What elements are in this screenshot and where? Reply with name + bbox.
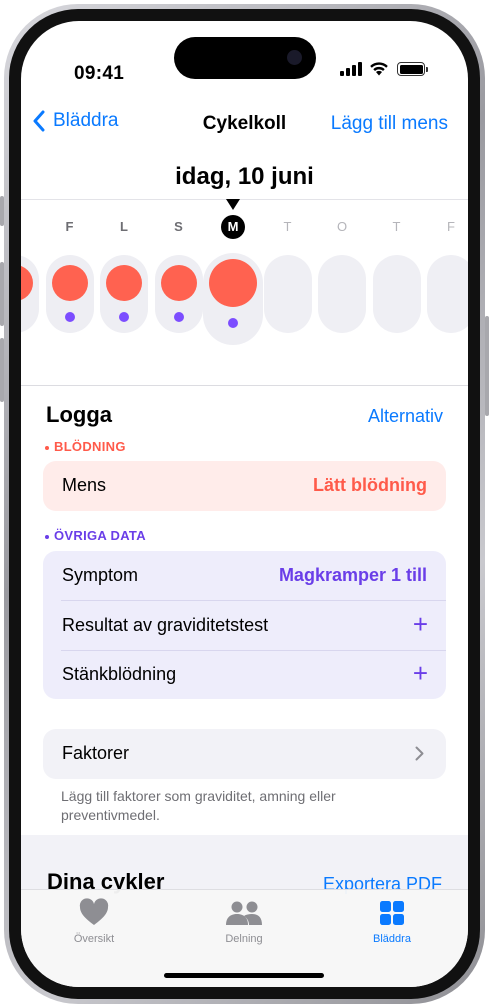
log-heading: Logga: [46, 402, 112, 427]
factors-row[interactable]: Faktorer: [43, 729, 446, 779]
spotting-row[interactable]: Stänkblödning +: [43, 650, 446, 699]
tab-sharing-label: Delning: [225, 933, 263, 945]
navigation-bar: Bläddra Cykelkoll Lägg till mens: [21, 101, 468, 141]
other-data-card: Symptom Magkramper 1 till Resultat av gr…: [43, 551, 446, 699]
calendar-day-pill: [372, 255, 421, 333]
bleeding-section-label: BLÖDNING: [45, 439, 126, 454]
period-row[interactable]: Mens Lätt blödning: [43, 461, 446, 510]
factors-row-content: Faktorer: [43, 729, 446, 778]
bullet-icon: [45, 534, 49, 539]
calendar-day-label: O: [336, 219, 348, 234]
add-period-button[interactable]: Lägg till mens: [331, 113, 448, 135]
calendar-day-label: F: [65, 219, 74, 234]
power-button[interactable]: [485, 316, 489, 416]
calendar-day-pill: [318, 255, 366, 333]
spotting-label: Stänkblödning: [62, 664, 177, 684]
home-indicator: [164, 973, 324, 978]
symptom-dot-icon: [228, 318, 238, 328]
tab-browse[interactable]: Bläddra: [337, 898, 447, 945]
plus-icon[interactable]: +: [413, 610, 428, 638]
cellular-signal-icon: [340, 62, 362, 76]
symptom-dot-icon: [173, 312, 184, 322]
calendar-day-label: S: [174, 219, 183, 234]
calendar-day-pill: [427, 255, 468, 333]
calendar-day-label: T: [21, 219, 39, 234]
today-pointer-icon: [226, 199, 240, 210]
selected-date-title: idag, 10 juni: [175, 163, 314, 190]
symptom-value: Magkramper 1 till: [278, 565, 427, 585]
calendar-strip[interactable]: TFLSMTOTF: [21, 199, 468, 385]
screen: 09:41 Bläddra Cykelkoll Lägg till mens i…: [21, 21, 468, 987]
tab-browse-label: Bläddra: [373, 933, 411, 945]
battery-icon: [397, 62, 428, 76]
options-button[interactable]: Alternativ: [368, 406, 443, 427]
period-dot-icon: [209, 259, 257, 307]
grid-icon: [380, 901, 404, 925]
plus-icon[interactable]: +: [413, 659, 428, 687]
symptom-dot-icon: [119, 312, 129, 322]
tab-summary-label: Översikt: [73, 933, 115, 945]
status-bar: 09:41: [21, 21, 468, 84]
tab-summary[interactable]: Översikt: [39, 898, 149, 945]
bullet-icon: [45, 445, 49, 450]
calendar-day-label: M: [221, 215, 245, 239]
bleeding-card: Mens Lätt blödning: [43, 461, 446, 511]
symptom-row[interactable]: Symptom Magkramper 1 till: [43, 551, 446, 600]
dynamic-island: [174, 37, 316, 79]
heart-icon: [79, 898, 109, 925]
other-data-section-label: ÖVRIGA DATA: [45, 528, 146, 543]
symptom-dot-icon: [64, 312, 75, 322]
calendar-day-label: T: [283, 219, 292, 234]
symptom-label: Symptom: [62, 565, 139, 585]
pregnancy-test-row[interactable]: Resultat av graviditetstest +: [43, 601, 446, 650]
period-label: Mens: [62, 475, 107, 495]
phone-frame: 09:41 Bläddra Cykelkoll Lägg till mens i…: [4, 4, 485, 1004]
calendar-day-label: T: [392, 219, 401, 234]
calendar-day-label: L: [120, 219, 128, 234]
factors-label: Faktorer: [62, 743, 130, 763]
chevron-right-icon: [415, 746, 424, 761]
divider: [21, 199, 468, 200]
people-icon: [226, 901, 262, 925]
divider: [21, 385, 468, 386]
period-value: Lätt blödning: [313, 475, 427, 495]
period-dot-icon: [160, 265, 197, 301]
status-time: 09:41: [74, 63, 125, 84]
wifi-icon: [370, 62, 388, 76]
factors-footnote: Lägg till faktorer som graviditet, amnin…: [61, 788, 336, 823]
tab-sharing[interactable]: Delning: [189, 898, 299, 945]
calendar-day-label: F: [447, 219, 455, 234]
period-dot-icon: [106, 265, 142, 301]
calendar-day-pill: [263, 255, 312, 333]
camera-icon: [287, 50, 302, 65]
tab-bar: Översikt Delning Bläddra: [21, 889, 468, 987]
period-dot-icon: [51, 265, 88, 301]
pregnancy-test-label: Resultat av graviditetstest: [62, 615, 269, 635]
